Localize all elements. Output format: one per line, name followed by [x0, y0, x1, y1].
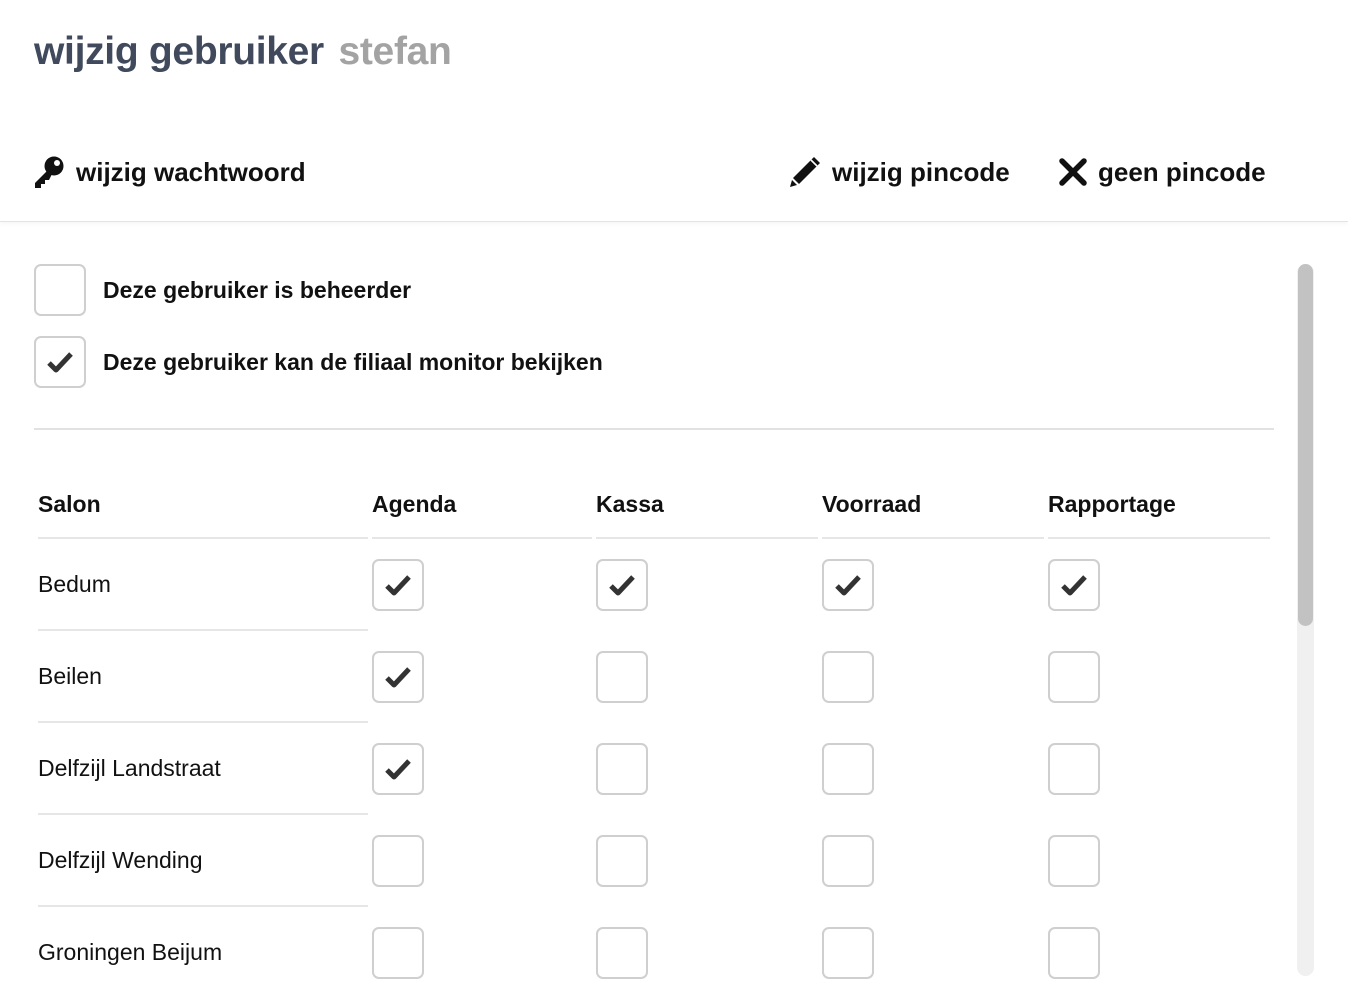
voorraad-permission-checkbox[interactable] — [822, 927, 874, 979]
page-title-text: wijzig gebruiker — [34, 30, 324, 73]
rapportage-permission-checkbox[interactable] — [1048, 743, 1100, 795]
checkmark-icon — [609, 575, 635, 596]
kassa-permission-checkbox[interactable] — [596, 651, 648, 703]
scrollbar[interactable] — [1297, 264, 1314, 976]
key-icon — [32, 155, 66, 189]
checkmark-icon — [385, 575, 411, 596]
permissions-table: Salon Agenda Kassa Voorraad Rapportage B… — [0, 223, 1290, 982]
column-header-salon: Salon — [38, 475, 368, 539]
change-pin-button[interactable]: wijzig pincode — [788, 150, 1010, 194]
salon-name: Beilen — [38, 631, 368, 723]
page-title-username: stefan — [338, 30, 452, 73]
rapportage-permission-checkbox[interactable] — [1048, 927, 1100, 979]
column-header-kassa: Kassa — [596, 475, 818, 539]
agenda-permission-checkbox[interactable] — [372, 651, 424, 703]
salon-name: Groningen Beijum — [38, 907, 368, 982]
column-header-agenda: Agenda — [372, 475, 592, 539]
kassa-permission-checkbox[interactable] — [596, 835, 648, 887]
checkmark-icon — [1061, 575, 1087, 596]
salon-name: Delfzijl Landstraat — [38, 723, 368, 815]
content-area: Deze gebruiker is beheerder Deze gebruik… — [0, 223, 1348, 982]
checkmark-icon — [835, 575, 861, 596]
page-title: wijzig gebruiker stefan — [34, 30, 452, 74]
voorraad-permission-checkbox[interactable] — [822, 743, 874, 795]
rapportage-permission-checkbox[interactable] — [1048, 559, 1100, 611]
voorraad-permission-checkbox[interactable] — [822, 835, 874, 887]
scrollbar-thumb[interactable] — [1298, 264, 1313, 626]
salon-name: Delfzijl Wending — [38, 815, 368, 907]
agenda-permission-checkbox[interactable] — [372, 927, 424, 979]
checkmark-icon — [385, 667, 411, 688]
rapportage-permission-checkbox[interactable] — [1048, 651, 1100, 703]
column-header-voorraad: Voorraad — [822, 475, 1044, 539]
change-pin-label: wijzig pincode — [832, 156, 1010, 187]
agenda-permission-checkbox[interactable] — [372, 559, 424, 611]
no-pin-label: geen pincode — [1098, 156, 1266, 187]
voorraad-permission-checkbox[interactable] — [822, 651, 874, 703]
salon-name: Bedum — [38, 539, 368, 631]
kassa-permission-checkbox[interactable] — [596, 927, 648, 979]
voorraad-permission-checkbox[interactable] — [822, 559, 874, 611]
agenda-permission-checkbox[interactable] — [372, 835, 424, 887]
no-pin-button[interactable]: geen pincode — [1058, 150, 1266, 194]
change-password-button[interactable]: wijzig wachtwoord — [32, 150, 306, 194]
close-icon — [1058, 157, 1088, 187]
edit-user-page: wijzig gebruiker stefan wijzig wachtwoor… — [0, 0, 1348, 982]
change-password-label: wijzig wachtwoord — [76, 156, 306, 187]
kassa-permission-checkbox[interactable] — [596, 559, 648, 611]
pencil-icon — [788, 155, 822, 189]
rapportage-permission-checkbox[interactable] — [1048, 835, 1100, 887]
checkmark-icon — [385, 759, 411, 780]
kassa-permission-checkbox[interactable] — [596, 743, 648, 795]
column-header-rapportage: Rapportage — [1048, 475, 1270, 539]
page-header: wijzig gebruiker stefan wijzig wachtwoor… — [0, 0, 1348, 222]
agenda-permission-checkbox[interactable] — [372, 743, 424, 795]
